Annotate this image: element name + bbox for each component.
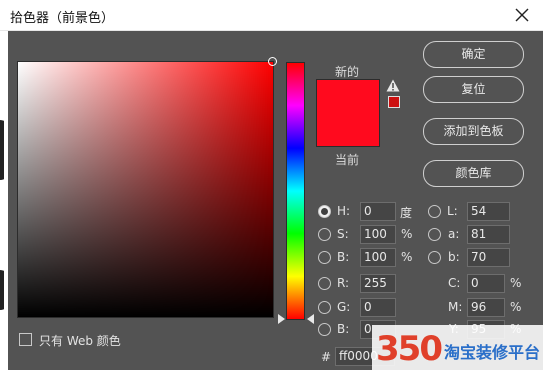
radio-b[interactable] <box>318 251 331 264</box>
color-field-cursor[interactable] <box>268 57 277 66</box>
color-picker-dialog: 新的 当前 确定 复位 添加到色板 颜色库 H: 0 度 S: 100 % B:… <box>8 31 543 370</box>
color-libraries-button[interactable]: 颜色库 <box>423 160 524 187</box>
web-colors-only-checkbox[interactable] <box>19 333 32 346</box>
g-input[interactable]: 0 <box>360 298 396 317</box>
watermark-number: 350 <box>376 329 443 369</box>
watermark: 350 淘宝装修平台 <box>372 325 543 385</box>
lab-b-input[interactable]: 70 <box>467 248 510 267</box>
blue-label: B: <box>337 322 350 336</box>
close-icon[interactable] <box>513 6 531 24</box>
hex-label: # <box>321 350 332 364</box>
m-label: M: <box>448 300 463 314</box>
hue-slider-handle-right[interactable] <box>307 314 314 324</box>
radio-l[interactable] <box>428 205 441 218</box>
b-label: B: <box>337 250 350 264</box>
current-color-label: 当前 <box>335 153 360 167</box>
l-input[interactable]: 54 <box>467 202 510 221</box>
g-label: G: <box>337 300 351 314</box>
h-label: H: <box>337 204 351 218</box>
ok-button[interactable]: 确定 <box>423 41 524 68</box>
radio-h[interactable] <box>318 205 331 218</box>
m-unit: % <box>510 300 522 314</box>
b-input[interactable]: 100 <box>360 248 396 267</box>
new-color-swatch <box>316 79 380 147</box>
radio-r[interactable] <box>318 277 331 290</box>
c-label: C: <box>448 276 461 290</box>
h-unit: 度 <box>400 206 413 220</box>
r-label: R: <box>337 276 350 290</box>
l-label: L: <box>447 204 458 218</box>
radio-blue[interactable] <box>318 323 331 336</box>
reset-button[interactable]: 复位 <box>423 76 524 103</box>
web-colors-only-label: 只有 Web 颜色 <box>39 334 121 348</box>
m-input[interactable]: 96 <box>467 298 505 317</box>
s-input[interactable]: 100 <box>360 225 396 244</box>
radio-g[interactable] <box>318 301 331 314</box>
s-label: S: <box>337 227 349 241</box>
c-input[interactable]: 0 <box>467 274 505 293</box>
window-title: 拾色器（前景色） <box>10 11 115 26</box>
s-unit: % <box>401 227 413 241</box>
h-input[interactable]: 0 <box>360 202 396 221</box>
a-label: a: <box>448 227 460 241</box>
lab-b-label: b: <box>448 250 460 264</box>
out-of-gamut-warning-icon[interactable] <box>386 79 400 92</box>
hue-slider-handle-left[interactable] <box>278 314 285 324</box>
out-of-gamut-swatch[interactable] <box>388 96 400 108</box>
title-bar: 拾色器（前景色） <box>0 0 543 31</box>
new-color-label: 新的 <box>335 65 360 79</box>
add-to-swatches-button[interactable]: 添加到色板 <box>423 118 524 145</box>
radio-s[interactable] <box>318 228 331 241</box>
hue-slider[interactable] <box>286 62 305 320</box>
radio-lab-b[interactable] <box>428 251 441 264</box>
a-input[interactable]: 81 <box>467 225 510 244</box>
radio-a[interactable] <box>428 228 441 241</box>
c-unit: % <box>510 276 522 290</box>
color-field[interactable] <box>17 57 277 318</box>
watermark-text: 淘宝装修平台 <box>444 343 541 362</box>
b-unit: % <box>401 250 413 264</box>
background-strip <box>0 30 8 385</box>
r-input[interactable]: 255 <box>360 274 396 293</box>
